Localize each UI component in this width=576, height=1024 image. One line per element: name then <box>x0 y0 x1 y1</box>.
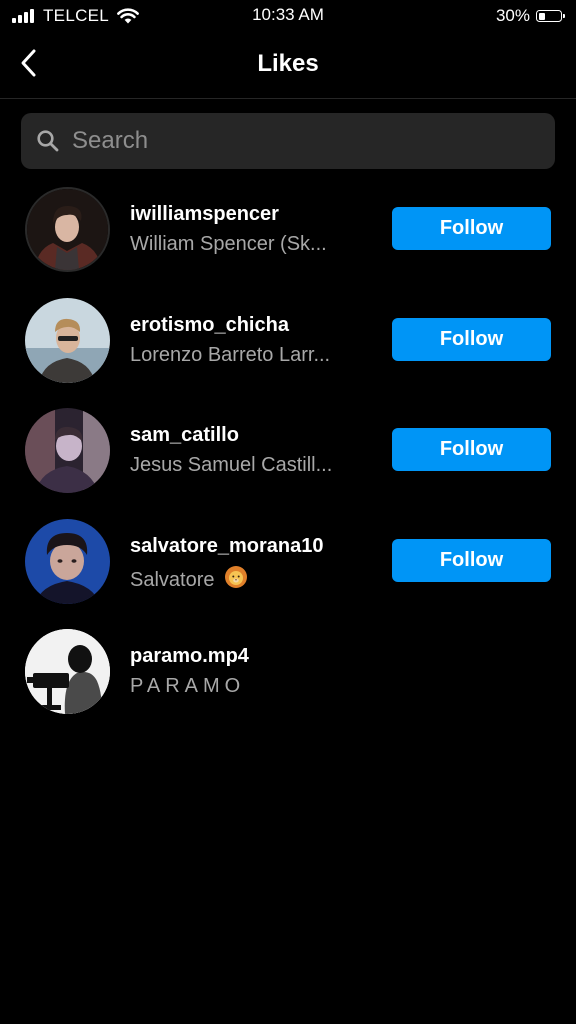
profile-photo <box>25 408 110 493</box>
follow-button[interactable]: Follow <box>392 317 551 361</box>
user-text: erotismo_chicha Lorenzo Barreto Larr... <box>130 314 350 367</box>
full-name-row: Salvatore <box>130 565 350 592</box>
header-bar: Likes <box>0 32 576 99</box>
battery-tip <box>563 14 565 18</box>
list-item: erotismo_chicha Lorenzo Barreto Larr... … <box>0 285 576 396</box>
avatar[interactable] <box>25 297 110 383</box>
profile-photo <box>27 189 108 270</box>
username[interactable]: salvatore_morana10 <box>130 535 350 558</box>
list-item: paramo.mp4 PARAMO <box>0 616 576 727</box>
user-text: salvatore_morana10 Salvatore <box>130 535 350 592</box>
follow-button[interactable]: Follow <box>392 538 551 582</box>
username[interactable]: paramo.mp4 <box>130 645 350 668</box>
profile-photo <box>25 629 110 714</box>
list-item: sam_catillo Jesus Samuel Castill... Foll… <box>0 395 576 506</box>
username[interactable]: sam_catillo <box>130 424 350 447</box>
list-item: salvatore_morana10 Salvatore Follow <box>0 506 576 617</box>
full-name: PARAMO <box>130 675 246 697</box>
likes-list: iwilliamspencer William Spencer (Sk... F… <box>0 174 576 727</box>
profile-photo <box>25 518 110 604</box>
user-text: iwilliamspencer William Spencer (Sk... <box>130 203 350 256</box>
follow-button[interactable]: Follow <box>392 428 551 471</box>
profile-photo <box>25 297 110 383</box>
follow-button[interactable]: Follow <box>392 207 551 250</box>
search-input[interactable] <box>72 127 555 155</box>
full-name: Lorenzo Barreto Larr... <box>130 343 331 366</box>
user-text: paramo.mp4 PARAMO <box>130 645 350 698</box>
search-icon <box>37 130 59 152</box>
list-item: iwilliamspencer William Spencer (Sk... F… <box>0 174 576 285</box>
avatar[interactable] <box>25 629 110 714</box>
battery-percentage: 30% <box>495 6 530 25</box>
username[interactable]: erotismo_chicha <box>130 314 350 337</box>
full-name: Salvatore <box>130 568 215 591</box>
search-bar[interactable] <box>21 113 555 169</box>
status-time: 10:33 AM <box>252 5 324 24</box>
user-text: sam_catillo Jesus Samuel Castill... <box>130 424 350 477</box>
username[interactable]: iwilliamspencer <box>130 203 350 226</box>
battery-level-fill <box>538 12 545 20</box>
battery-icon <box>536 10 565 22</box>
full-name: William Spencer (Sk... <box>130 233 327 255</box>
avatar[interactable] <box>25 408 110 493</box>
avatar[interactable] <box>25 187 110 272</box>
lion-face-emoji <box>225 565 248 588</box>
status-right: 30% <box>495 5 565 27</box>
avatar[interactable] <box>25 518 110 604</box>
status-bar: TELCEL 10:33 AM 30% <box>0 0 576 32</box>
page-title: Likes <box>257 50 319 77</box>
full-name: Jesus Samuel Castill... <box>130 454 333 476</box>
